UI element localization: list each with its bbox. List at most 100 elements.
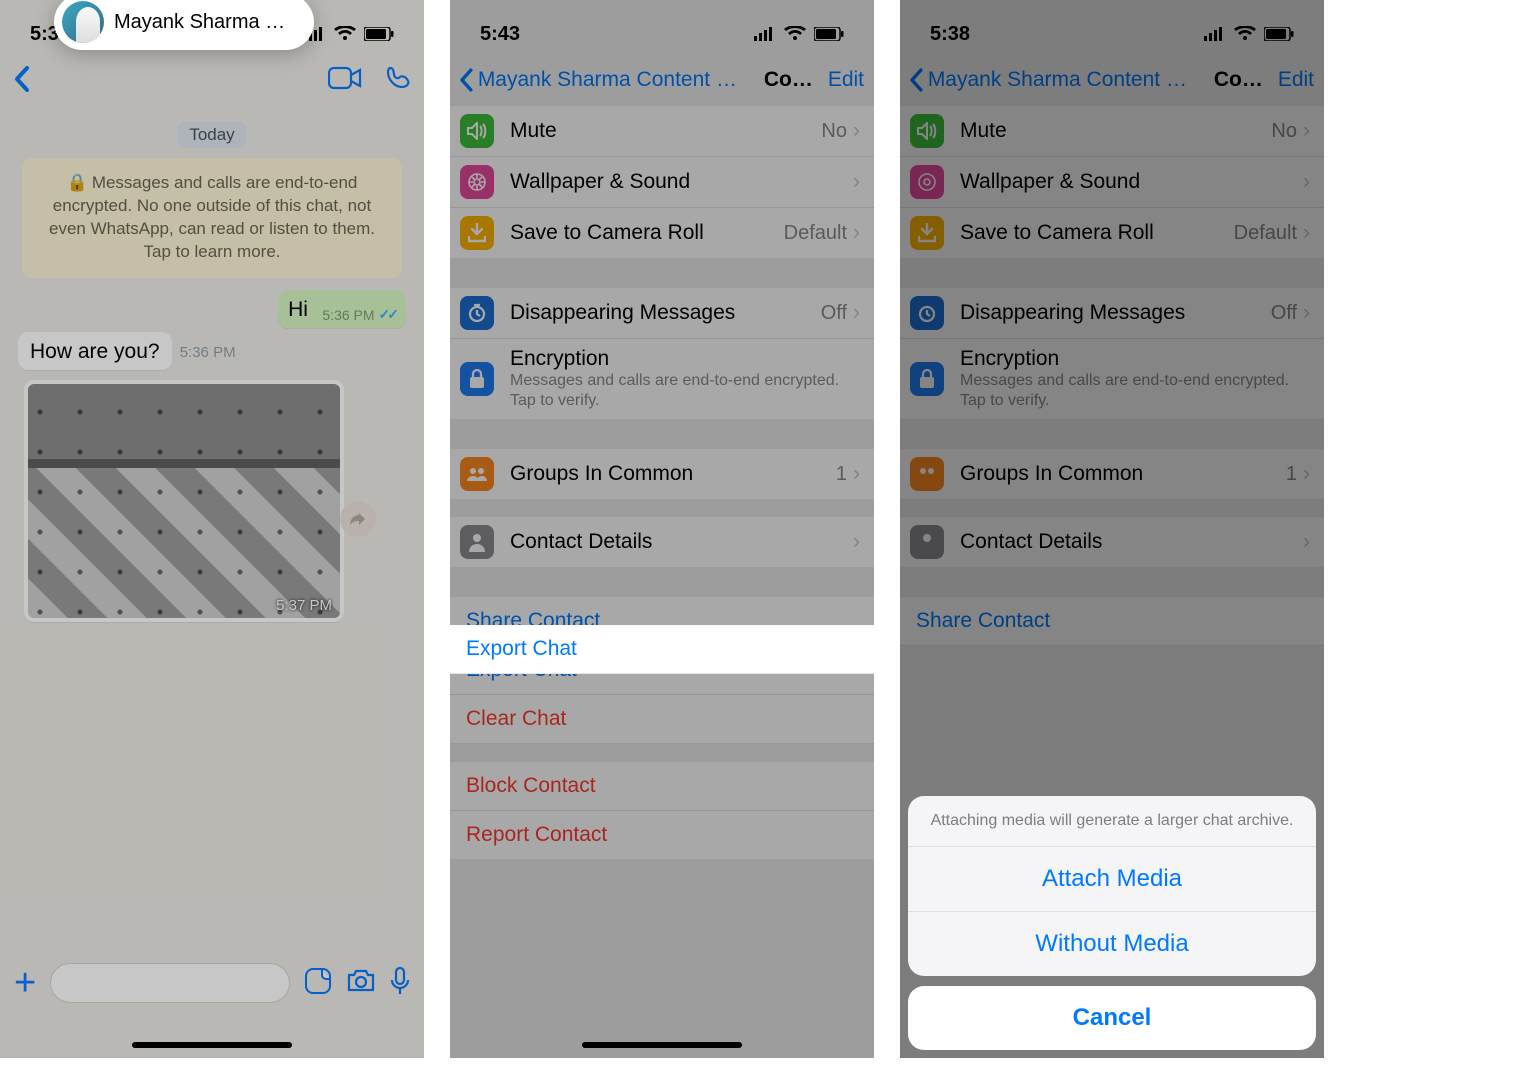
status-time: 5:43 <box>480 23 520 46</box>
attach-media-button[interactable]: Attach Media <box>908 846 1316 911</box>
settings-nav: Mayank Sharma Content Writer Con... Edit <box>900 54 1324 106</box>
battery-icon <box>1264 27 1294 41</box>
cancel-button[interactable]: Cancel <box>908 986 1316 1050</box>
home-indicator <box>582 1042 742 1048</box>
screenshot-chat: 5:38 Today 🔒Messages and calls are end-t… <box>0 0 424 1058</box>
person-icon <box>460 525 494 559</box>
composer: + <box>0 954 424 1012</box>
groups-cell[interactable]: Groups In Common1› <box>900 449 1324 499</box>
nav-title: Con... <box>764 68 820 92</box>
chat-body: Today 🔒Messages and calls are end-to-end… <box>0 108 424 628</box>
speaker-icon <box>910 114 944 148</box>
incoming-message[interactable]: How are you? 5:36 PM <box>18 332 172 370</box>
message-text: How are you? <box>30 340 160 363</box>
report-contact-row[interactable]: Report Contact <box>450 811 874 859</box>
settings-group-2: Disappearing MessagesOff› EncryptionMess… <box>450 288 874 419</box>
groups-icon <box>910 457 944 491</box>
chevron-right-icon: › <box>853 119 860 143</box>
lock-icon <box>910 362 944 396</box>
attach-icon[interactable]: + <box>14 962 36 1005</box>
forward-icon[interactable] <box>340 501 376 537</box>
back-label: Mayank Sharma Content Writer <box>478 68 756 92</box>
chat-nav <box>0 54 424 108</box>
contact-header-chip[interactable]: Mayank Sharma Co... <box>54 0 314 50</box>
chevron-right-icon: › <box>853 170 860 194</box>
status-bar: 5:43 <box>450 0 874 54</box>
export-chat-highlight[interactable]: Export Chat <box>450 625 874 674</box>
person-icon <box>910 525 944 559</box>
speaker-icon <box>460 114 494 148</box>
wallpaper-cell[interactable]: Wallpaper & Sound› <box>450 157 874 208</box>
video-call-icon[interactable] <box>328 66 362 97</box>
message-input[interactable] <box>50 963 290 1003</box>
lock-icon: 🔒 <box>67 172 88 195</box>
signal-icon <box>1204 27 1226 41</box>
groups-icon <box>460 457 494 491</box>
clear-chat-row[interactable]: Clear Chat <box>450 695 874 744</box>
action-sheet: Attaching media will generate a larger c… <box>908 796 1316 1050</box>
edit-button[interactable]: Edit <box>828 68 864 92</box>
nav-title: Con... <box>1214 68 1270 92</box>
avatar <box>62 1 104 43</box>
disappearing-cell[interactable]: Disappearing MessagesOff› <box>900 288 1324 339</box>
mic-icon[interactable] <box>390 966 410 1001</box>
message-time: 5:37 PM <box>276 597 332 614</box>
battery-icon <box>814 27 844 41</box>
back-button[interactable]: Mayank Sharma Content Writer <box>460 68 756 92</box>
settings-group-4: Contact Details› <box>450 517 874 567</box>
settings-nav: Mayank Sharma Content Writer Con... Edit <box>450 54 874 106</box>
wallpaper-icon <box>460 165 494 199</box>
chevron-right-icon: › <box>853 221 860 245</box>
without-media-button[interactable]: Without Media <box>908 911 1316 976</box>
settings-group-3: Groups In Common1› <box>450 449 874 499</box>
settings-group-1: MuteNo› Wallpaper & Sound› Save to Camer… <box>450 106 874 258</box>
back-label: Mayank Sharma Content Writer <box>928 68 1206 92</box>
back-button[interactable]: Mayank Sharma Content Writer <box>910 68 1206 92</box>
lock-icon <box>460 362 494 396</box>
screenshot-export-sheet: 5:38 Mayank Sharma Content Writer Con...… <box>900 0 1324 1058</box>
read-ticks-icon: ✓✓ <box>379 306 396 323</box>
disappearing-cell[interactable]: Disappearing MessagesOff› <box>450 288 874 339</box>
sticker-icon[interactable] <box>304 967 332 1000</box>
encryption-text: Messages and calls are end-to-end encryp… <box>49 173 375 261</box>
chevron-right-icon: › <box>853 530 860 554</box>
block-contact-row[interactable]: Block Contact <box>450 762 874 811</box>
voice-call-icon[interactable] <box>386 66 412 97</box>
date-pill: Today <box>177 122 246 148</box>
wifi-icon <box>784 26 806 42</box>
groups-cell[interactable]: Groups In Common1› <box>450 449 874 499</box>
encryption-cell[interactable]: EncryptionMessages and calls are end-to-… <box>900 339 1324 419</box>
battery-icon <box>364 27 394 41</box>
encryption-cell[interactable]: EncryptionMessages and calls are end-to-… <box>450 339 874 419</box>
share-contact-row[interactable]: Share Contact <box>900 597 1324 646</box>
message-time: 5:36 PM <box>180 344 236 361</box>
incoming-image-message[interactable]: 5:37 PM <box>24 380 344 622</box>
camera-icon[interactable] <box>346 968 376 999</box>
mute-cell[interactable]: MuteNo› <box>450 106 874 157</box>
edit-button[interactable]: Edit <box>1278 68 1314 92</box>
timer-icon <box>460 296 494 330</box>
outgoing-message[interactable]: Hi 5:36 PM ✓✓ <box>278 290 406 328</box>
wallpaper-icon <box>910 165 944 199</box>
encryption-notice[interactable]: 🔒Messages and calls are end-to-end encry… <box>22 158 402 278</box>
status-bar: 5:38 <box>900 0 1324 54</box>
timer-icon <box>910 296 944 330</box>
download-icon <box>910 216 944 250</box>
contact-details-cell[interactable]: Contact Details› <box>450 517 874 567</box>
download-icon <box>460 216 494 250</box>
wifi-icon <box>1234 26 1256 42</box>
screenshot-contact-info: 5:43 Mayank Sharma Content Writer Con...… <box>450 0 874 1058</box>
sheet-header: Attaching media will generate a larger c… <box>908 796 1316 846</box>
contact-name: Mayank Sharma Co... <box>114 11 296 34</box>
message-text: Hi <box>288 298 308 321</box>
save-camera-roll-cell[interactable]: Save to Camera RollDefault› <box>900 208 1324 258</box>
back-icon[interactable] <box>14 65 30 98</box>
home-indicator <box>132 1042 292 1048</box>
save-camera-roll-cell[interactable]: Save to Camera RollDefault› <box>450 208 874 258</box>
mute-cell[interactable]: MuteNo› <box>900 106 1324 157</box>
wallpaper-cell[interactable]: Wallpaper & Sound› <box>900 157 1324 208</box>
wifi-icon <box>334 26 356 42</box>
contact-details-cell[interactable]: Contact Details› <box>900 517 1324 567</box>
chevron-right-icon: › <box>853 462 860 486</box>
message-time: 5:36 PM <box>322 307 374 323</box>
